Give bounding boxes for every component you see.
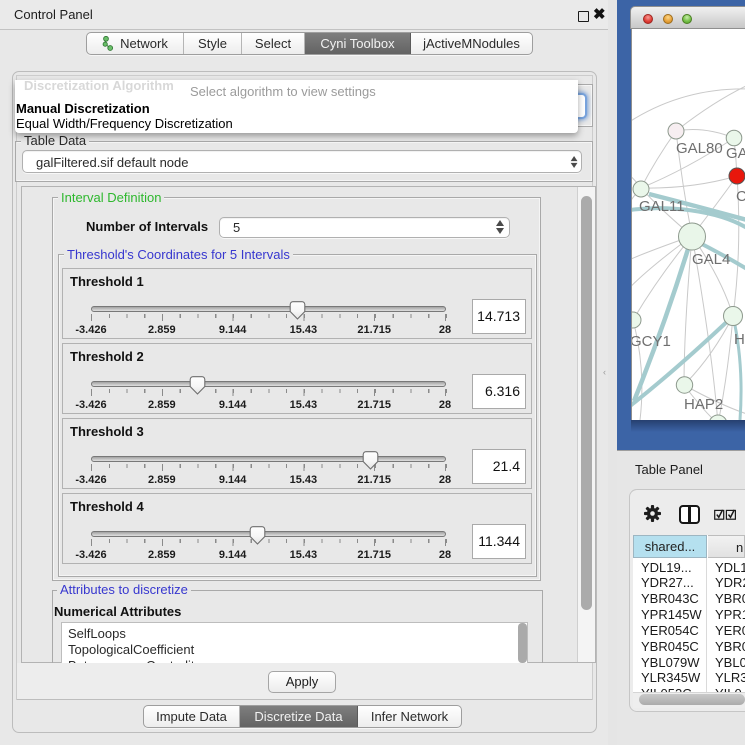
svg-text:H: H bbox=[734, 331, 745, 348]
svg-text:GAL4: GAL4 bbox=[692, 251, 730, 268]
svg-text:GA: GA bbox=[726, 145, 745, 162]
svg-text:GAL11: GAL11 bbox=[639, 198, 685, 215]
svg-text:GAL80: GAL80 bbox=[676, 140, 723, 157]
svg-text:HAP2: HAP2 bbox=[684, 396, 723, 413]
svg-text:GCY1: GCY1 bbox=[632, 333, 671, 350]
svg-text:C: C bbox=[736, 188, 745, 205]
